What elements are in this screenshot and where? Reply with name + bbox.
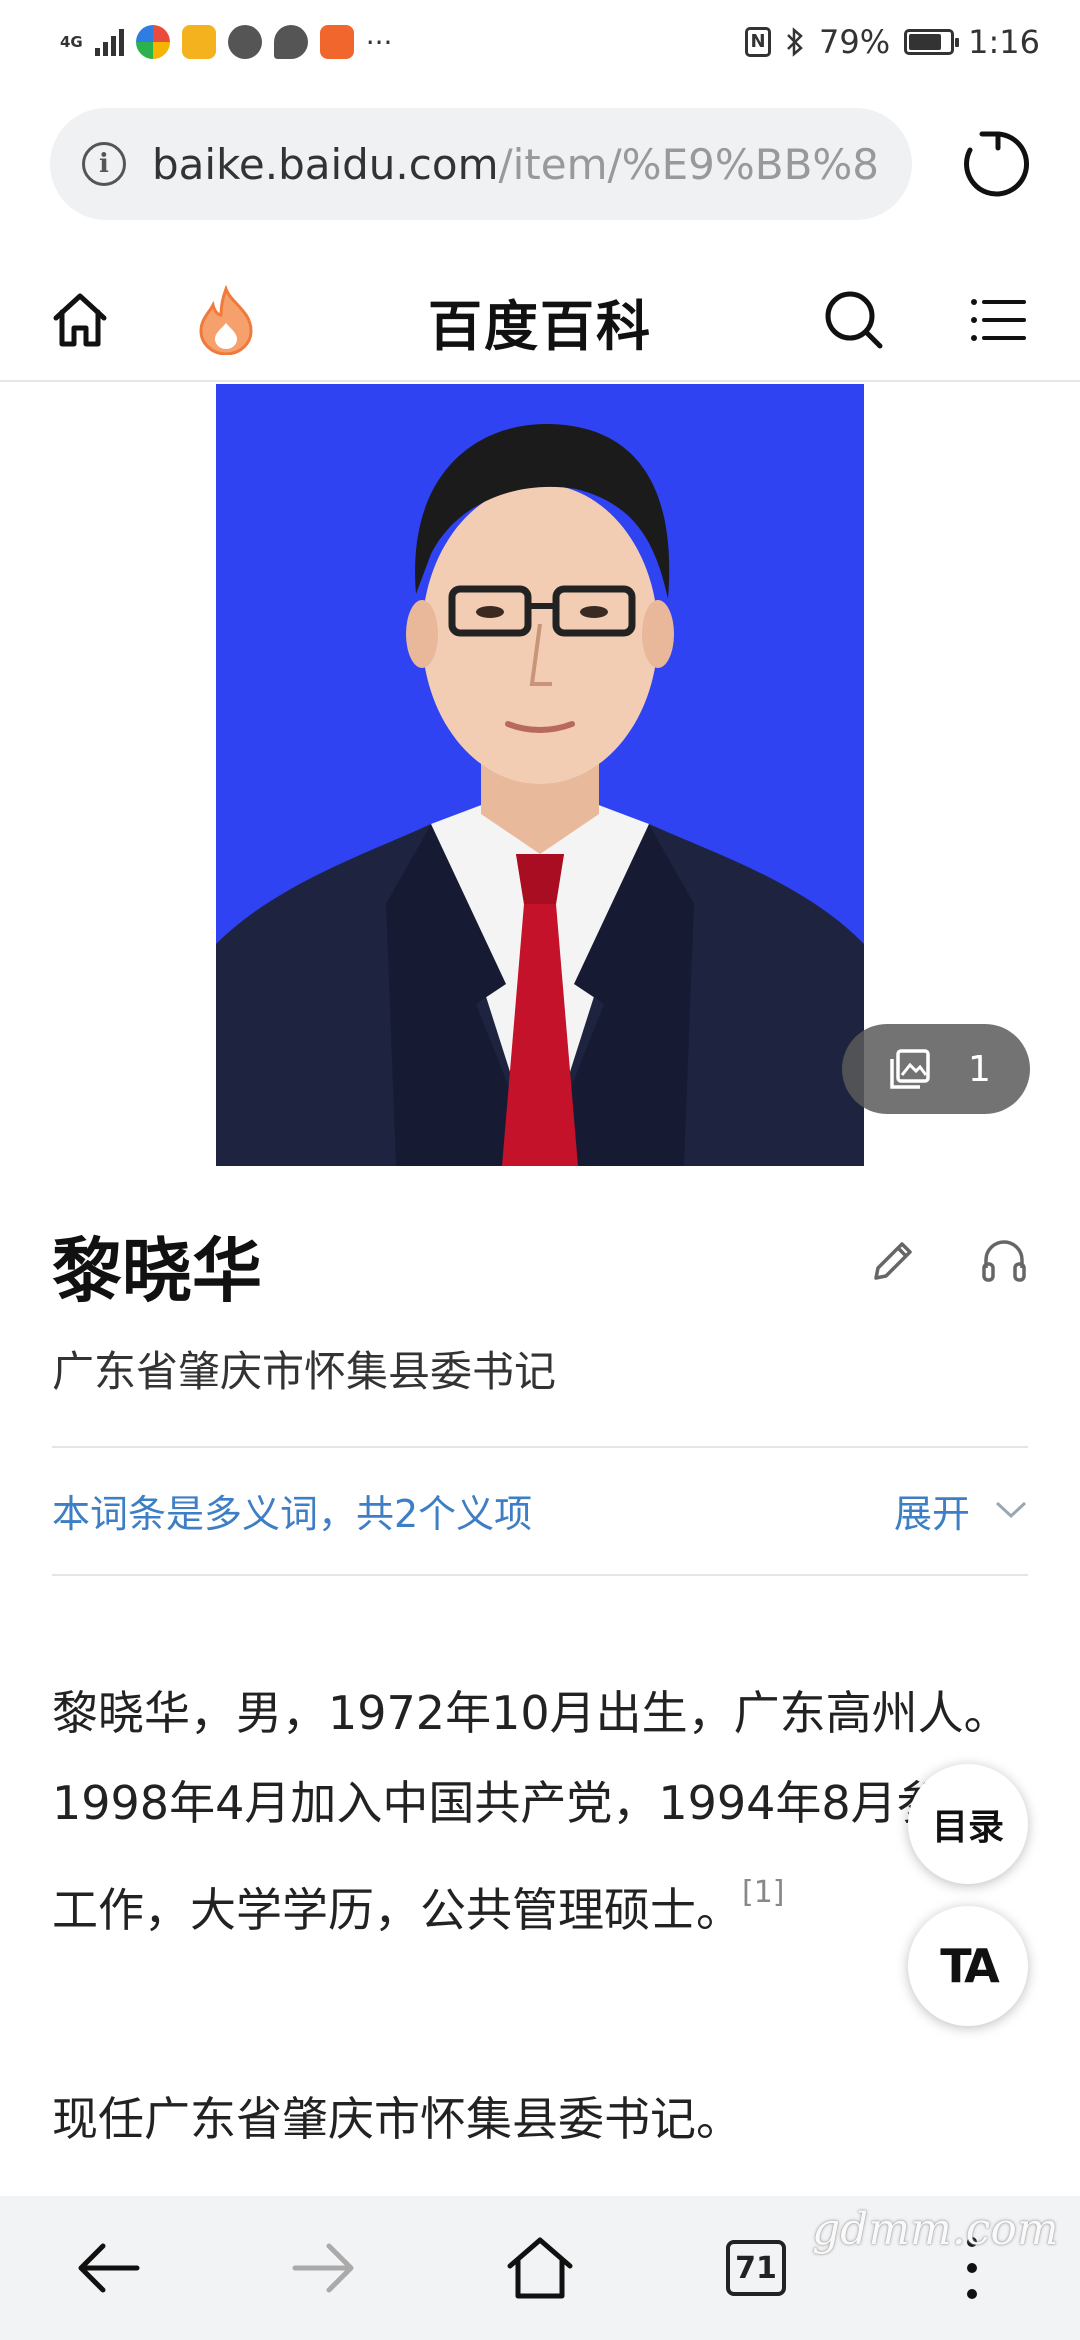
watermark: gdmm.com <box>812 2204 1059 2255</box>
battery-percent: 79% <box>819 23 891 61</box>
chevron-down-icon <box>995 1501 1027 1519</box>
pencil-icon <box>874 1242 912 1280</box>
gallery-icon <box>890 1049 930 1089</box>
signal-icon <box>94 28 124 56</box>
expand-label: 展开 <box>893 1491 970 1536</box>
summary-paragraph: 黎晓华，男，1972年10月出生，广东高州人。1998年4月加入中国共产党，19… <box>52 1668 1012 1955</box>
browser-app-icon <box>135 25 170 59</box>
bank-app-icon <box>319 25 354 59</box>
mail-app-icon <box>181 25 216 59</box>
url-path: /item/%E9%BB%8 <box>498 139 880 189</box>
toc-button[interactable]: 目录 <box>908 1764 1028 1884</box>
url-host: baike.baidu.com <box>152 139 499 189</box>
expand-button[interactable]: 展开 <box>894 1483 1028 1538</box>
polysemy-text[interactable]: 本词条是多义词，共2个义项 <box>52 1483 532 1538</box>
list-menu-icon <box>971 299 1026 341</box>
ta-label: TA <box>940 1939 999 1993</box>
reload-button[interactable] <box>960 128 1032 200</box>
summary-text: 黎晓华，男，1972年10月出生，广东高州人。1998年4月加入中国共产党，19… <box>52 1686 1010 1937</box>
clock: 1:16 <box>968 23 1040 61</box>
divider <box>52 1574 1028 1576</box>
edit-button[interactable] <box>868 1234 920 1286</box>
polysemy-bar[interactable]: 本词条是多义词，共2个义项 展开 <box>52 1446 1028 1574</box>
site-info-icon[interactable]: i <box>82 142 126 186</box>
menu-button[interactable] <box>962 284 1034 356</box>
status-bar: 4G ··· N 79% 1:16 <box>0 0 1080 84</box>
toc-label: 目录 <box>931 1807 1004 1848</box>
nfc-icon: N <box>745 27 772 57</box>
bluetooth-icon <box>787 27 803 57</box>
screen: 4G ··· N 79% 1:16 i baike.baidu.com/item… <box>0 0 1080 2340</box>
address-bar[interactable]: i baike.baidu.com/item/%E9%BB%8 <box>50 108 912 220</box>
tab-count: 71 <box>726 2240 786 2296</box>
battery-icon <box>904 29 960 55</box>
listen-button[interactable] <box>978 1234 1030 1286</box>
home-nav-button[interactable] <box>498 2226 582 2310</box>
portrait-image[interactable] <box>216 384 864 1166</box>
entry-title: 黎晓华 <box>52 1230 262 1312</box>
message-icon <box>273 25 308 59</box>
house-icon <box>507 2237 573 2299</box>
entry-subtitle: 广东省肇庆市怀集县委书记 <box>52 1347 557 1396</box>
back-button[interactable] <box>66 2226 150 2310</box>
site-title[interactable]: 百度百科 <box>0 282 1080 361</box>
search-button[interactable] <box>818 284 890 356</box>
current-post-paragraph: 现任广东省肇庆市怀集县委书记。 <box>52 2092 742 2146</box>
portrait-illustration <box>216 384 864 1166</box>
reference-link[interactable]: [1] <box>742 1875 785 1910</box>
headphones-icon <box>982 1240 1026 1282</box>
tabs-button[interactable]: 71 <box>714 2226 798 2310</box>
more-notifications-icon: ··· <box>365 25 393 59</box>
wechat-icon <box>227 25 262 59</box>
gallery-button[interactable]: 1 <box>842 1024 1030 1114</box>
network-type: 4G <box>60 33 83 51</box>
arrow-left-icon <box>78 2243 140 2293</box>
arrow-right-icon <box>292 2243 354 2293</box>
forward-button[interactable] <box>282 2226 366 2310</box>
ta-button[interactable]: TA <box>908 1906 1028 2026</box>
search-icon <box>825 291 883 349</box>
gallery-count: 1 <box>968 1048 991 1090</box>
url-text[interactable]: baike.baidu.com/item/%E9%BB%8 <box>152 140 879 189</box>
site-header: 百度百科 <box>0 262 1080 382</box>
reload-icon <box>964 131 1029 197</box>
